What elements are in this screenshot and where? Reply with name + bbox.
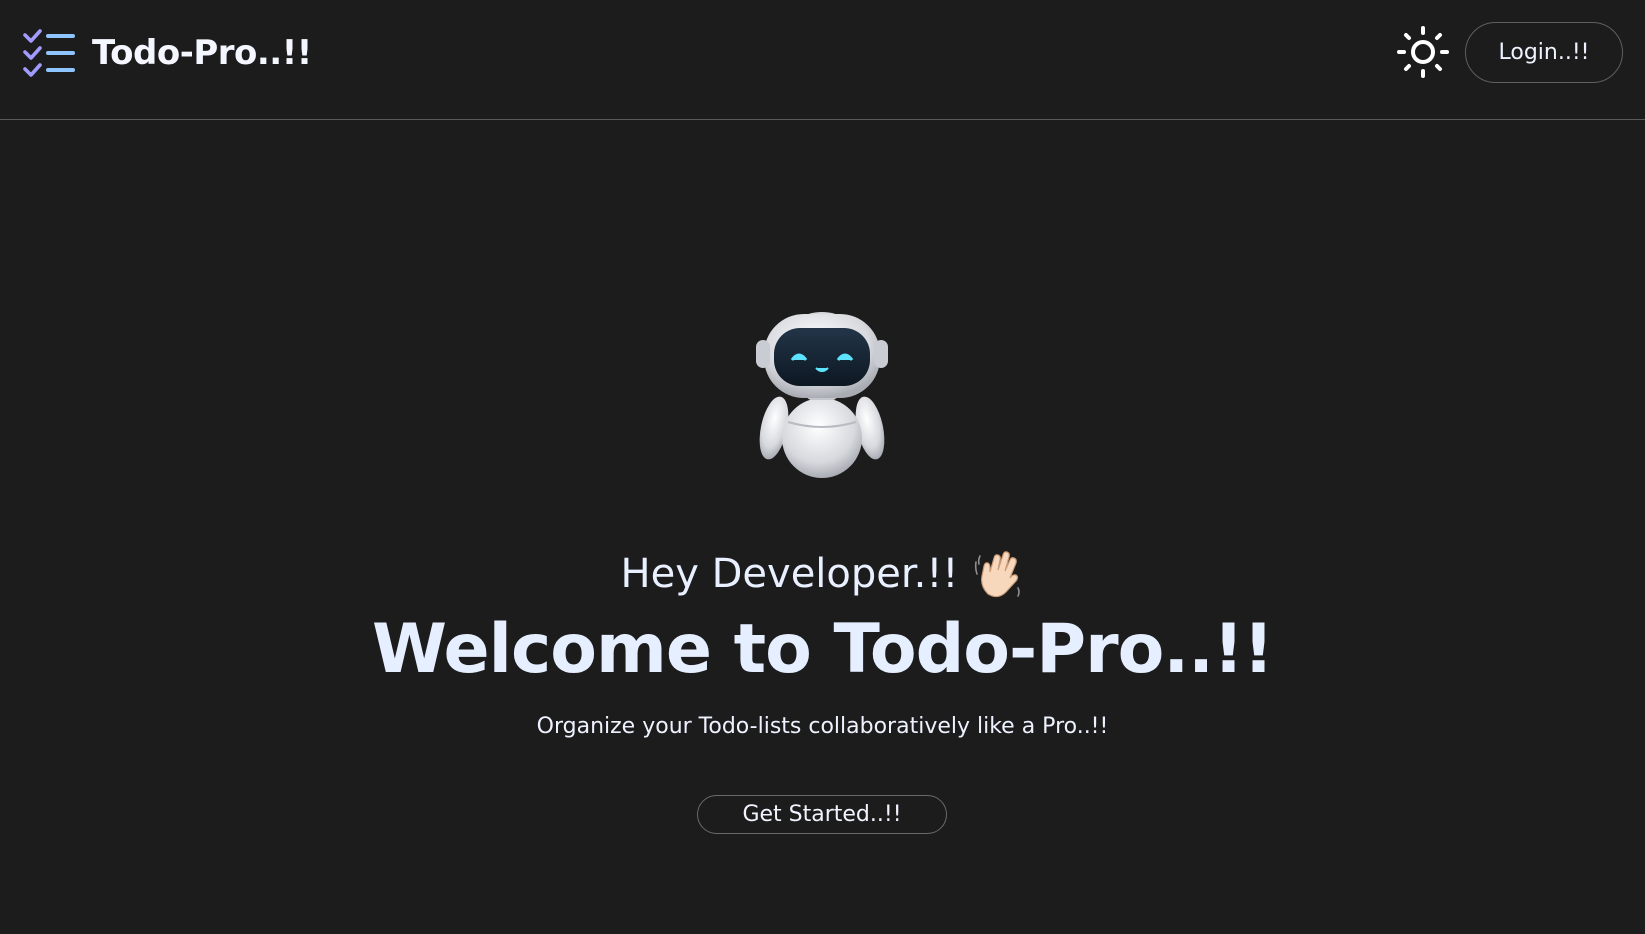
- checklist-icon: [22, 28, 76, 78]
- greeting: Hey Developer.!!: [0, 548, 1645, 600]
- subtitle: Organize your Todo-lists collaboratively…: [536, 714, 1109, 739]
- brand-title: Todo-Pro..!!: [92, 33, 312, 73]
- sun-icon: [1396, 25, 1450, 84]
- app-header: Todo-Pro..!! Login..!!: [0, 0, 1645, 120]
- headline: Welcome to Todo-Pro..!!: [371, 610, 1274, 689]
- get-started-button[interactable]: Get Started..!!: [697, 795, 947, 834]
- robot-icon: [752, 310, 892, 478]
- theme-toggle-button[interactable]: [1396, 25, 1450, 84]
- waving-hand-icon: [972, 548, 1024, 600]
- logo[interactable]: Todo-Pro..!!: [22, 28, 312, 78]
- greeting-text: Hey Developer.!!: [620, 551, 959, 597]
- hero-section: Hey Developer.!! Welcome to Todo-Pro..!!…: [0, 120, 1645, 934]
- login-button[interactable]: Login..!!: [1465, 22, 1623, 83]
